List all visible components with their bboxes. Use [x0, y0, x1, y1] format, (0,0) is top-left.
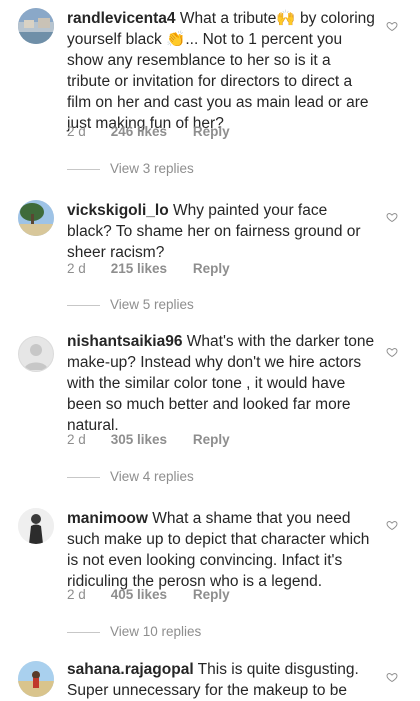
avatar[interactable]	[18, 8, 54, 44]
comment-username[interactable]: sahana.rajagopal	[67, 661, 194, 678]
comment-username[interactable]: randlevicenta4	[67, 10, 176, 27]
view-replies-button[interactable]: View 3 replies	[67, 160, 194, 178]
view-replies-button[interactable]: View 5 replies	[67, 296, 194, 314]
comment-username[interactable]: vickskigoli_lo	[67, 202, 169, 219]
reply-button[interactable]: Reply	[193, 123, 230, 141]
comment-text: sahana.rajagopal This is quite disgustin…	[67, 659, 375, 701]
comment-meta: 2 d 246 likes Reply	[67, 123, 230, 141]
comment-age: 2 d	[67, 124, 86, 139]
replies-divider	[67, 168, 100, 170]
comment-username[interactable]: nishantsaikia96	[67, 333, 182, 350]
view-replies-label: View 5 replies	[110, 297, 194, 312]
view-replies-button[interactable]: View 10 replies	[67, 623, 201, 641]
avatar[interactable]	[18, 336, 54, 372]
like-heart-icon[interactable]	[386, 671, 398, 683]
comment-meta: 2 d 305 likes Reply	[67, 431, 230, 449]
like-heart-icon[interactable]	[386, 519, 398, 531]
comment-likes[interactable]: 305 likes	[111, 431, 167, 449]
like-heart-icon[interactable]	[386, 346, 398, 358]
comment-likes[interactable]: 246 likes	[111, 123, 167, 141]
comment-age: 2 d	[67, 261, 86, 276]
comment-text: nishantsaikia96 What's with the darker t…	[67, 331, 375, 436]
avatar[interactable]	[18, 508, 54, 544]
replies-divider	[67, 631, 100, 633]
comment-age: 2 d	[67, 587, 86, 602]
view-replies-label: View 4 replies	[110, 469, 194, 484]
view-replies-label: View 10 replies	[110, 624, 202, 639]
comment-username[interactable]: manimoow	[67, 510, 148, 527]
reply-button[interactable]: Reply	[193, 431, 230, 449]
comment-text: randlevicenta4 What a tribute🙌 by colori…	[67, 8, 375, 134]
replies-divider	[67, 304, 100, 306]
reply-button[interactable]: Reply	[193, 586, 230, 604]
replies-divider	[67, 476, 100, 478]
comment-age: 2 d	[67, 432, 86, 447]
comment-text: manimoow What a shame that you need such…	[67, 508, 375, 592]
like-heart-icon[interactable]	[386, 211, 398, 223]
avatar[interactable]	[18, 200, 54, 236]
reply-button[interactable]: Reply	[193, 260, 230, 278]
view-replies-label: View 3 replies	[110, 161, 194, 176]
like-heart-icon[interactable]	[386, 20, 398, 32]
comment-likes[interactable]: 405 likes	[111, 586, 167, 604]
view-replies-button[interactable]: View 4 replies	[67, 468, 194, 486]
comment-meta: 2 d 405 likes Reply	[67, 586, 230, 604]
comment-likes[interactable]: 215 likes	[111, 260, 167, 278]
comment-text: vickskigoli_lo Why painted your face bla…	[67, 200, 375, 263]
avatar[interactable]	[18, 661, 54, 697]
comment-meta: 2 d 215 likes Reply	[67, 260, 230, 278]
comment-message: What a tribute🙌 by coloring yourself bla…	[67, 10, 375, 132]
